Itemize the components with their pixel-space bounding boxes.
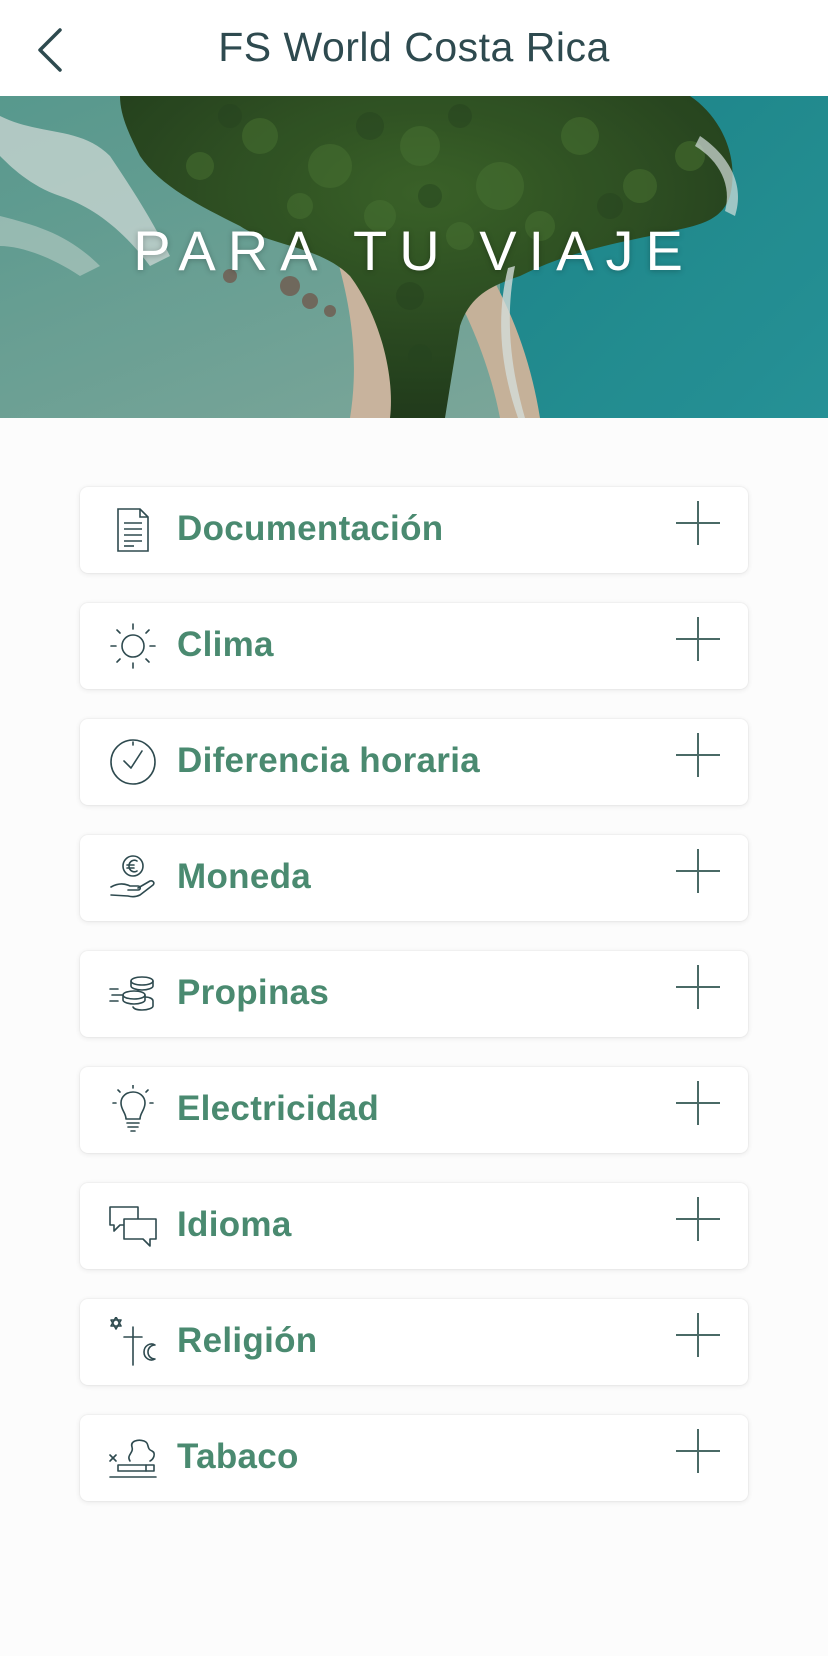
expand-plus-icon[interactable] <box>676 617 720 661</box>
expand-plus-icon[interactable] <box>676 733 720 777</box>
section-label: Moneda <box>177 857 312 896</box>
section-propinas[interactable]: Propinas <box>80 951 748 1037</box>
section-label: Documentación <box>177 509 444 548</box>
section-idioma[interactable]: Idioma <box>80 1183 748 1269</box>
travel-info-list: Documentación Clima Diferencia horaria M… <box>80 487 748 1531</box>
app-header: FS World Costa Rica <box>0 0 828 96</box>
section-label: Idioma <box>177 1205 292 1244</box>
section-label: Propinas <box>177 973 330 1012</box>
section-diferencia-horaria[interactable]: Diferencia horaria <box>80 719 748 805</box>
expand-plus-icon[interactable] <box>676 501 720 545</box>
section-label: Diferencia horaria <box>177 741 481 780</box>
expand-plus-icon[interactable] <box>676 965 720 1009</box>
section-label: Electricidad <box>177 1089 380 1128</box>
euro-hand-icon <box>110 855 155 898</box>
sun-icon <box>110 623 156 669</box>
expand-plus-icon[interactable] <box>676 849 720 893</box>
lightbulb-icon <box>112 1085 154 1132</box>
cigarette-icon <box>109 1439 157 1478</box>
section-label: Tabaco <box>177 1437 299 1476</box>
section-documentacion[interactable]: Documentación <box>80 487 748 573</box>
hero-banner: PARA TU VIAJE <box>0 96 828 418</box>
section-label: Clima <box>177 625 274 664</box>
coins-icon <box>109 976 154 1011</box>
page-title: FS World Costa Rica <box>218 24 610 70</box>
document-icon <box>117 508 149 552</box>
hero-title: PARA TU VIAJE <box>133 219 695 282</box>
expand-plus-icon[interactable] <box>676 1313 720 1357</box>
section-electricidad[interactable]: Electricidad <box>80 1067 748 1153</box>
section-clima[interactable]: Clima <box>80 603 748 689</box>
section-moneda[interactable]: Moneda <box>80 835 748 921</box>
section-religion[interactable]: Religión <box>80 1299 748 1385</box>
section-tabaco[interactable]: Tabaco <box>80 1415 748 1501</box>
expand-plus-icon[interactable] <box>676 1197 720 1241</box>
clock-icon <box>110 739 156 785</box>
expand-plus-icon[interactable] <box>676 1429 720 1473</box>
religion-symbols-icon <box>110 1317 156 1366</box>
expand-plus-icon[interactable] <box>676 1081 720 1125</box>
section-label: Religión <box>177 1321 318 1360</box>
chat-bubbles-icon <box>109 1206 157 1247</box>
